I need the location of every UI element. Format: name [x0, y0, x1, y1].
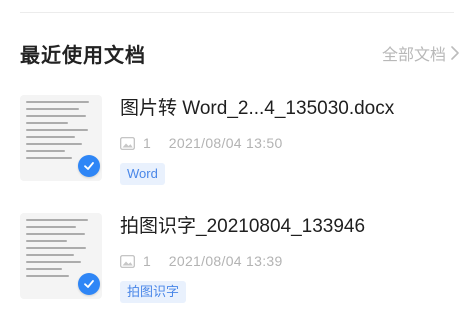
see-all-link[interactable]: 全部文档 — [382, 41, 460, 65]
file-name[interactable]: 图片转 Word_2...4_135030.docx — [120, 95, 460, 123]
image-icon — [120, 254, 135, 268]
check-badge-icon — [78, 155, 100, 177]
divider — [20, 12, 454, 13]
see-all-label: 全部文档 — [381, 47, 446, 64]
file-info: 图片转 Word_2...4_135030.docx 1 2021/08/04 … — [120, 95, 460, 185]
chevron-right-icon — [451, 46, 459, 60]
file-meta: 1 2021/08/04 13:50 — [120, 133, 460, 153]
recent-documents-screen: 最近使用文档 全部文档 图片转 Word_2...4_135030.docx 1… — [0, 0, 474, 316]
file-item[interactable]: 拍图识字_20210804_133946 1 2021/08/04 13:39 … — [20, 213, 460, 303]
file-name[interactable]: 拍图识字_20210804_133946 — [120, 213, 460, 241]
file-item[interactable]: 图片转 Word_2...4_135030.docx 1 2021/08/04 … — [20, 95, 460, 185]
page-count: 1 — [143, 253, 151, 269]
section-header: 最近使用文档 全部文档 — [20, 38, 460, 68]
file-date: 2021/08/04 13:39 — [168, 253, 283, 269]
file-meta: 1 2021/08/04 13:39 — [120, 251, 460, 271]
file-type-tag: 拍图识字 — [120, 281, 187, 303]
document-thumbnail[interactable] — [20, 95, 102, 181]
image-icon — [120, 136, 135, 150]
page-count: 1 — [143, 135, 151, 151]
file-date: 2021/08/04 13:50 — [168, 135, 283, 151]
file-info: 拍图识字_20210804_133946 1 2021/08/04 13:39 … — [120, 213, 460, 303]
section-title: 最近使用文档 — [20, 44, 146, 67]
check-badge-icon — [78, 273, 100, 295]
document-thumbnail[interactable] — [20, 213, 102, 299]
file-type-tag: Word — [120, 163, 165, 185]
